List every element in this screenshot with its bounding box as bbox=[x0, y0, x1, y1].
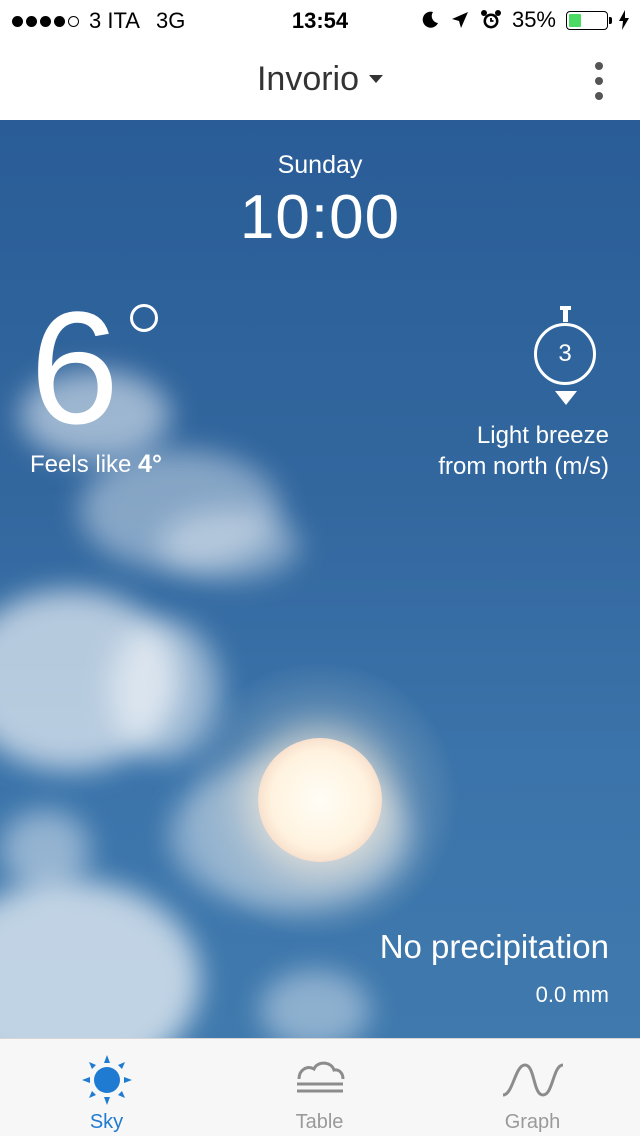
feels-like-value: 4° bbox=[138, 450, 162, 478]
battery-percent: 35% bbox=[511, 7, 556, 32]
location-name: Invorio bbox=[256, 60, 360, 98]
tab-sky[interactable]: Sky bbox=[0, 1039, 213, 1137]
tab-table-label: Table bbox=[295, 1111, 344, 1133]
wind-desc-line2: from north (m/s) bbox=[438, 453, 609, 480]
charging-bolt-icon bbox=[619, 10, 629, 30]
degree-symbol bbox=[130, 304, 158, 332]
wind-arrow-icon bbox=[555, 391, 577, 405]
table-cloud-icon bbox=[296, 1061, 344, 1093]
sun-image bbox=[258, 738, 382, 862]
cloud-image bbox=[160, 510, 300, 580]
location-selector[interactable]: Invorio bbox=[0, 60, 640, 99]
status-right: 35% bbox=[420, 7, 630, 33]
precipitation-amount: 0.0 mm bbox=[535, 982, 609, 1007]
sky-view: Sunday 10:00 6 Feels like 4° 3 Light bre… bbox=[0, 120, 640, 1038]
wind-direction-tail bbox=[560, 306, 571, 322]
precipitation-label: No precipitation bbox=[379, 928, 609, 965]
wind-dial-icon: 3 bbox=[534, 323, 596, 385]
tab-bar: Sky Table Graph bbox=[0, 1038, 640, 1136]
cloud-image bbox=[260, 970, 370, 1038]
status-bar: 3 ITA 3G 13:54 35% bbox=[0, 0, 640, 40]
wind-desc-line1: Light breeze bbox=[476, 422, 609, 449]
tab-graph[interactable]: Graph bbox=[426, 1039, 639, 1137]
graph-wave-icon bbox=[501, 1063, 564, 1097]
more-menu-button[interactable] bbox=[594, 62, 604, 100]
wind-description: Light breeze from north (m/s) bbox=[438, 420, 609, 482]
forecast-day: Sunday bbox=[277, 151, 363, 179]
caret-down-icon bbox=[369, 75, 384, 84]
feels-like: Feels like 4° bbox=[30, 450, 162, 479]
wind-speed-value: 3 bbox=[558, 340, 572, 367]
battery-icon bbox=[566, 10, 612, 30]
feels-like-label: Feels like bbox=[30, 451, 132, 478]
tab-sky-label: Sky bbox=[89, 1111, 124, 1133]
cloud-image bbox=[0, 810, 90, 890]
cloud-image bbox=[0, 880, 200, 1038]
battery-fill bbox=[569, 13, 582, 27]
nav-bar: Invorio bbox=[0, 40, 640, 120]
temperature-value: 6 bbox=[30, 278, 119, 457]
alarm-icon bbox=[480, 10, 501, 29]
sun-icon bbox=[81, 1055, 132, 1105]
moon-icon bbox=[422, 11, 438, 28]
forecast-time: 10:00 bbox=[239, 183, 401, 252]
tab-table[interactable]: Table bbox=[213, 1039, 426, 1137]
location-arrow-icon bbox=[451, 12, 468, 28]
tab-graph-label: Graph bbox=[504, 1111, 561, 1133]
